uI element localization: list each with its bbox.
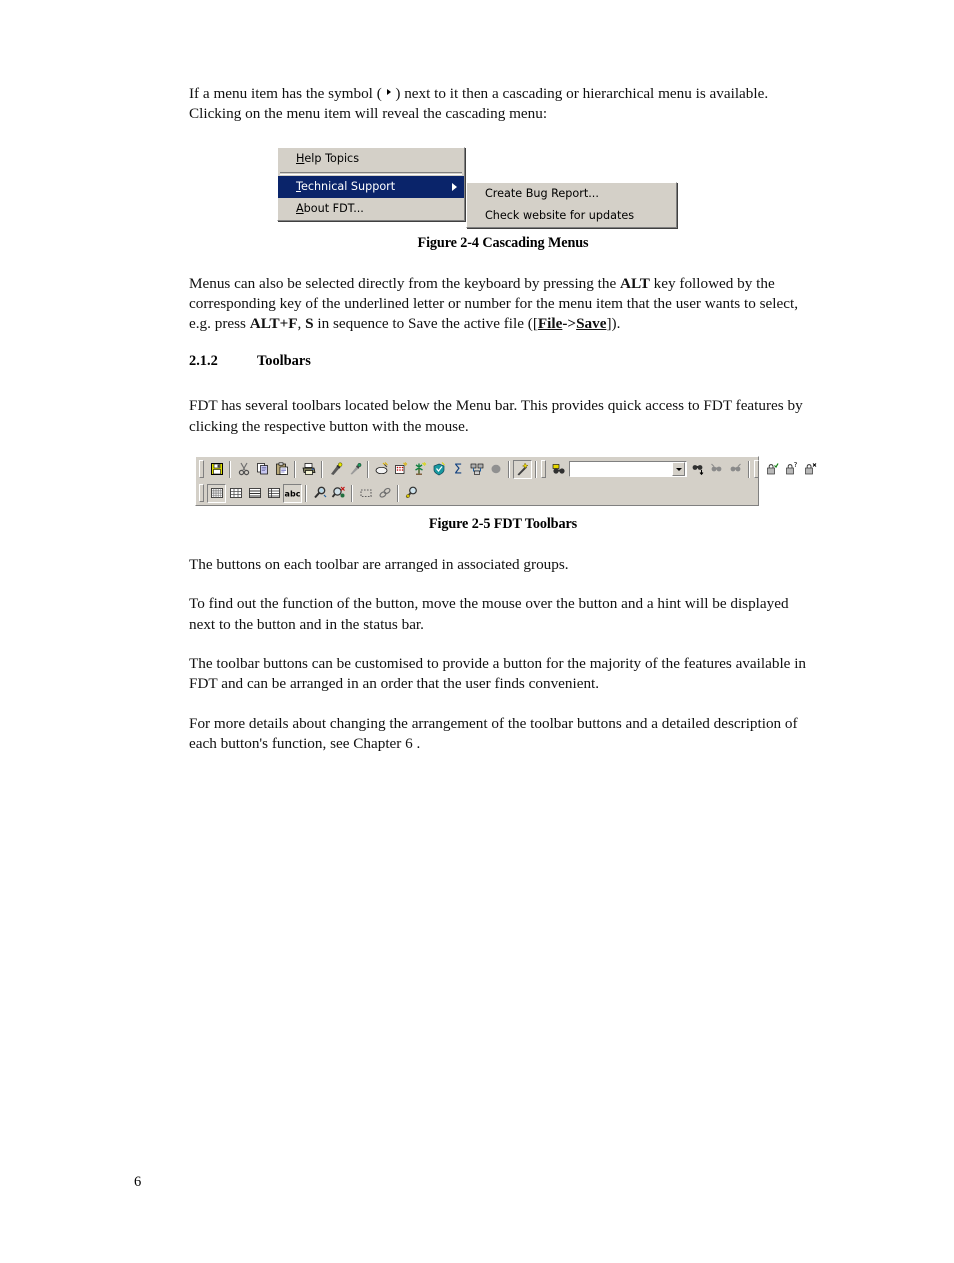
toolbar-separator	[321, 460, 323, 478]
toolbar-row-2: abc	[196, 481, 758, 505]
figure-2-4-caption: Figure 2-4 Cascading Menus	[417, 234, 589, 251]
cut-icon[interactable]	[234, 460, 253, 479]
eyedropper-icon[interactable]	[345, 460, 364, 479]
paragraph-customise: The toolbar buttons can be customised to…	[189, 654, 807, 693]
toolbar-grip[interactable]	[541, 460, 546, 479]
toolbar-separator	[351, 484, 353, 502]
menu-item-help-topics[interactable]: Help Topics	[278, 148, 464, 170]
shield-icon[interactable]	[429, 460, 448, 479]
menu-item-about-fdt[interactable]: About FDT...	[278, 198, 464, 220]
section-number: 2.1.2	[189, 353, 218, 370]
lock-question-icon[interactable]: ?	[781, 460, 800, 479]
kbd-arrow: ->	[562, 315, 577, 333]
figure-2-5-fdt-toolbars: Σ ? abc	[195, 456, 816, 507]
toolbar-separator	[508, 460, 510, 478]
kbd-text-1: Menus can also be selected directly from…	[189, 274, 621, 292]
submenu-panel: Create Bug Report... Check website for u…	[466, 181, 677, 228]
submenu-item-create-bug-report[interactable]: Create Bug Report...	[467, 183, 676, 205]
link-icon[interactable]	[375, 484, 394, 503]
kbd-save: Save	[576, 315, 607, 333]
grid-medium-icon[interactable]	[226, 484, 245, 503]
menu-item-technical-support[interactable]: Technical Support	[278, 175, 464, 198]
toolbar-grip[interactable]	[199, 484, 204, 503]
lock-x-icon[interactable]	[800, 460, 819, 479]
find-combo-box[interactable]	[569, 461, 687, 478]
toolbar-separator	[748, 460, 750, 478]
combo-dropdown-button[interactable]	[672, 462, 685, 477]
magic-wand-icon[interactable]	[513, 459, 532, 479]
svg-text:?: ?	[793, 461, 797, 469]
paragraph-groups: The buttons on each toolbar are arranged…	[189, 556, 569, 574]
menu-separator	[280, 171, 462, 175]
toolbar-separator	[535, 460, 537, 478]
toolbar-separator	[294, 460, 296, 478]
marquee-icon[interactable]	[356, 484, 375, 503]
paste-icon[interactable]	[272, 460, 291, 479]
kbd-file: File	[537, 315, 563, 333]
kbd-text-5: ]).	[606, 315, 621, 333]
menu-item-label: echnical Support	[300, 179, 396, 193]
menu-item-label: bout FDT...	[303, 201, 364, 215]
keyboard-paragraph: Menus can also be selected directly from…	[189, 274, 817, 335]
toolbar-separator	[367, 460, 369, 478]
lock-check-icon[interactable]	[762, 460, 781, 479]
chevron-down-icon	[675, 467, 682, 471]
ellipse-icon[interactable]	[486, 460, 505, 479]
abc-icon[interactable]: abc	[283, 483, 302, 503]
section-title: Toolbars	[257, 353, 311, 370]
submenu-arrow-icon	[386, 89, 391, 95]
menu-item-label: elp Topics	[304, 151, 360, 165]
grid-table-icon[interactable]	[264, 484, 283, 503]
toolbar-separator	[305, 484, 307, 502]
find-prev-icon[interactable]	[707, 460, 726, 479]
grid-points-icon[interactable]	[391, 460, 410, 479]
find-all-icon[interactable]	[726, 460, 745, 479]
paragraph-chapter: For more details about changing the arra…	[189, 714, 798, 752]
figure-2-5-caption: Figure 2-5 FDT Toolbars	[428, 516, 578, 533]
network-icon[interactable]	[467, 460, 486, 479]
grid-dense-icon[interactable]	[207, 483, 226, 503]
pick-tool-icon[interactable]	[326, 460, 345, 479]
zoom-tool-icon[interactable]	[402, 484, 421, 503]
intro-paragraph: If a menu item has the symbol ( ) next t…	[189, 84, 817, 125]
eraser-icon[interactable]	[372, 460, 391, 479]
find-icon[interactable]	[549, 460, 568, 479]
submenu-arrow-icon	[452, 182, 457, 191]
submenu-item-check-website-updates[interactable]: Check website for updates	[467, 205, 676, 227]
svg-text:Σ: Σ	[453, 463, 461, 478]
copy-icon[interactable]	[253, 460, 272, 479]
intro-text-before: If a menu item has the symbol (	[189, 85, 386, 102]
menu-accel-key: A	[296, 201, 304, 215]
main-menu-panel: Help Topics Technical Support About FDT.…	[277, 146, 465, 221]
zoom-region-icon[interactable]	[329, 484, 348, 503]
toolbar-separator	[397, 484, 399, 502]
toolbars-intro-paragraph: FDT has several toolbars located below t…	[189, 397, 803, 435]
kbd-alt-f: ALT+F	[249, 315, 298, 333]
kbd-text-4: in sequence to Save the active file ([	[313, 315, 538, 333]
sigma-icon[interactable]: Σ	[448, 460, 467, 479]
svg-text:abc: abc	[285, 489, 301, 498]
document-page: If a menu item has the symbol ( ) next t…	[0, 0, 954, 1263]
kbd-text-3: ,	[297, 315, 306, 333]
grid-rows-icon[interactable]	[245, 484, 264, 503]
vegetation-icon[interactable]	[410, 460, 429, 479]
paragraph-hint: To find out the function of the button, …	[189, 595, 789, 633]
toolbar-separator	[229, 460, 231, 478]
print-icon[interactable]	[299, 460, 318, 479]
section-heading-toolbars: 2.1.2 Toolbars	[189, 353, 817, 370]
save-icon[interactable]	[207, 460, 226, 479]
kbd-alt: ALT	[620, 274, 650, 292]
zoom-select-icon[interactable]	[310, 484, 329, 503]
page-content: If a menu item has the symbol ( ) next t…	[189, 84, 817, 773]
figure-2-4-cascading-menus: Help Topics Technical Support About FDT.…	[189, 146, 817, 229]
page-number: 6	[134, 1174, 142, 1190]
kbd-s: S	[305, 315, 314, 333]
toolbar-grip[interactable]	[199, 460, 204, 479]
toolbar-grip[interactable]	[754, 460, 759, 479]
find-next-icon[interactable]	[688, 460, 707, 479]
toolbar-row-1: Σ ?	[196, 457, 816, 481]
